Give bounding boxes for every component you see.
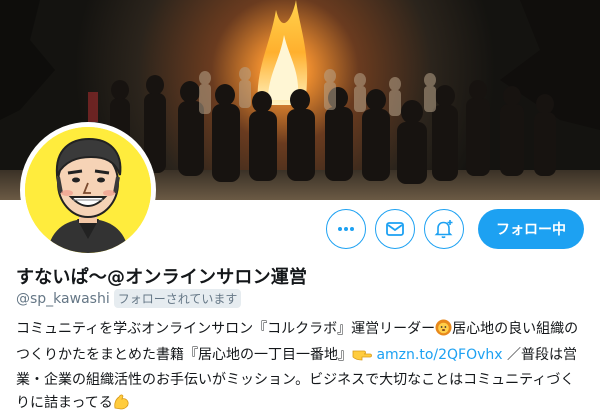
more-button[interactable]	[326, 209, 366, 249]
handle-row: @sp_kawashi フォローされています	[16, 289, 242, 308]
follows-you-badge: フォローされています	[113, 289, 242, 308]
display-name: すないぱ〜@オンラインサロン運営	[16, 267, 308, 288]
flexed-biceps-emoji	[113, 393, 130, 417]
bio-text-1: コミュニティを学ぶオンラインサロン『コルクラボ』運営リーダー	[16, 321, 436, 337]
profile-avatar[interactable]	[20, 122, 156, 258]
envelope-icon	[386, 222, 404, 236]
pointing-right-emoji	[352, 346, 372, 370]
lion-face-emoji	[435, 319, 452, 344]
profile-actions: フォロー中	[326, 209, 584, 249]
bell-plus-icon	[434, 220, 453, 239]
following-button[interactable]: フォロー中	[478, 209, 584, 249]
user-handle: @sp_kawashi	[16, 290, 110, 307]
more-dots-icon	[338, 227, 354, 231]
bio-link[interactable]: amzn.to/2QFOvhx	[376, 347, 502, 363]
message-button[interactable]	[375, 209, 415, 249]
notifications-button[interactable]	[424, 209, 464, 249]
profile-bio: コミュニティを学ぶオンラインサロン『コルクラボ』運営リーダー 居心地の良い組織の…	[16, 318, 588, 417]
